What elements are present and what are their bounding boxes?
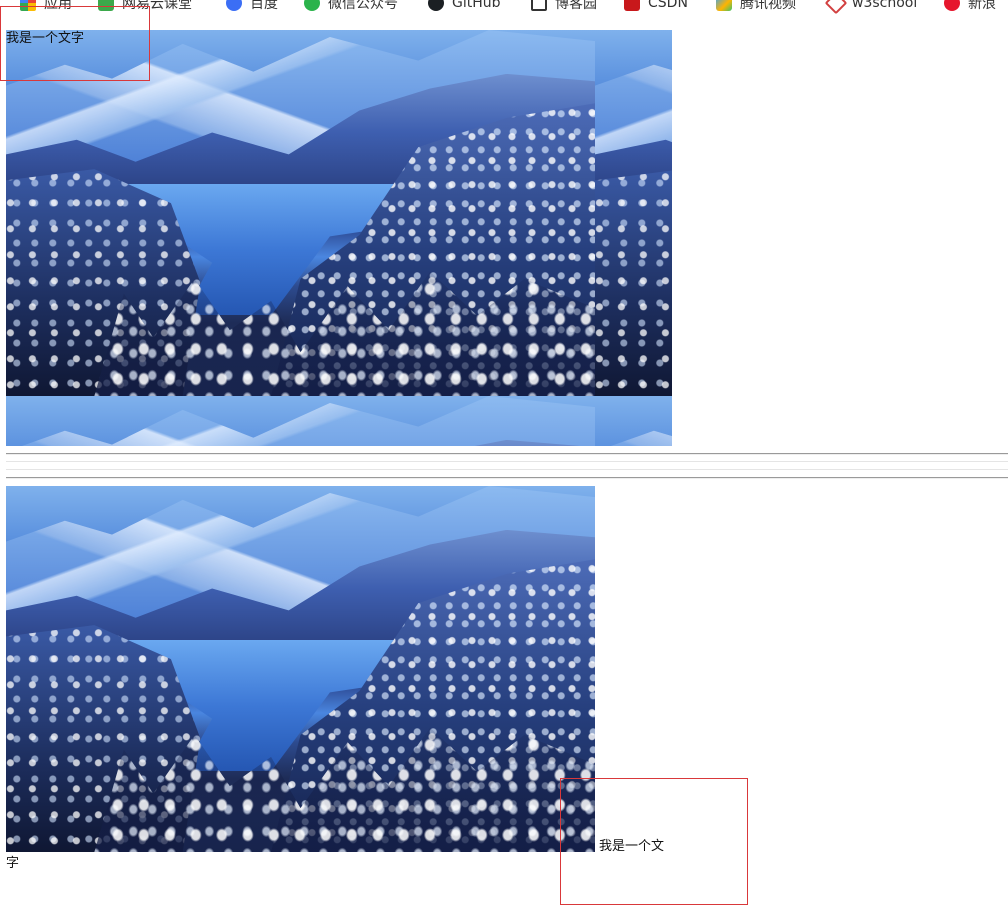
bookmark-csdn[interactable]: CSDN [624, 0, 688, 18]
weibo-icon [944, 0, 960, 11]
bookmark-cnblogs[interactable]: 博客园 [531, 0, 597, 18]
csdn-icon [624, 0, 640, 11]
bookmark-baidu[interactable]: 百度 [226, 0, 278, 18]
snowy-mountain-lake-image-repeat [595, 30, 672, 396]
horizontal-rule [6, 477, 1008, 479]
demo-text-inline-wrap: 字 [6, 856, 20, 871]
baidu-paw-icon [226, 0, 242, 11]
bookmark-label: 新浪 [968, 0, 996, 12]
bookmark-label: 微信公众号 [328, 0, 398, 12]
snowy-mountain-lake-image [6, 486, 595, 852]
snowy-mountain-lake-image [6, 30, 595, 396]
bookmark-tencent-video[interactable]: 腾讯视频 [716, 0, 796, 18]
blog-icon [531, 0, 547, 11]
horizontal-rule [6, 453, 1008, 455]
bookmark-label: w3school [852, 0, 918, 11]
horizontal-rule [6, 469, 1008, 470]
bookmarks-bar: 应用 网易云课堂 百度 微信公众号 GitHub 博客园 CSDN 腾讯视频 w… [0, 0, 1008, 18]
tencent-video-icon [716, 0, 732, 11]
github-icon [428, 0, 444, 11]
w3school-icon [824, 0, 848, 15]
demo-text-top: 我是一个文字 [6, 31, 85, 46]
bookmark-label: 腾讯视频 [740, 0, 796, 12]
bookmark-label: CSDN [648, 0, 688, 11]
bookmark-w3school[interactable]: w3school [824, 0, 918, 18]
bookmark-wechat[interactable]: 微信公众号 [304, 0, 398, 18]
wechat-icon [304, 0, 320, 11]
bookmark-label: 博客园 [555, 0, 597, 12]
snowy-mountain-lake-image-repeat [6, 396, 595, 446]
bookmark-github[interactable]: GitHub [428, 0, 501, 18]
demo-text-inline: 我是一个文 [599, 839, 665, 854]
background-image-block [6, 30, 672, 446]
bookmark-label: GitHub [452, 0, 501, 11]
bookmark-sina[interactable]: 新浪 [944, 0, 996, 18]
bookmark-label: 百度 [250, 0, 278, 12]
snowy-mountain-lake-image-repeat [595, 396, 672, 446]
horizontal-rule [6, 461, 1008, 462]
